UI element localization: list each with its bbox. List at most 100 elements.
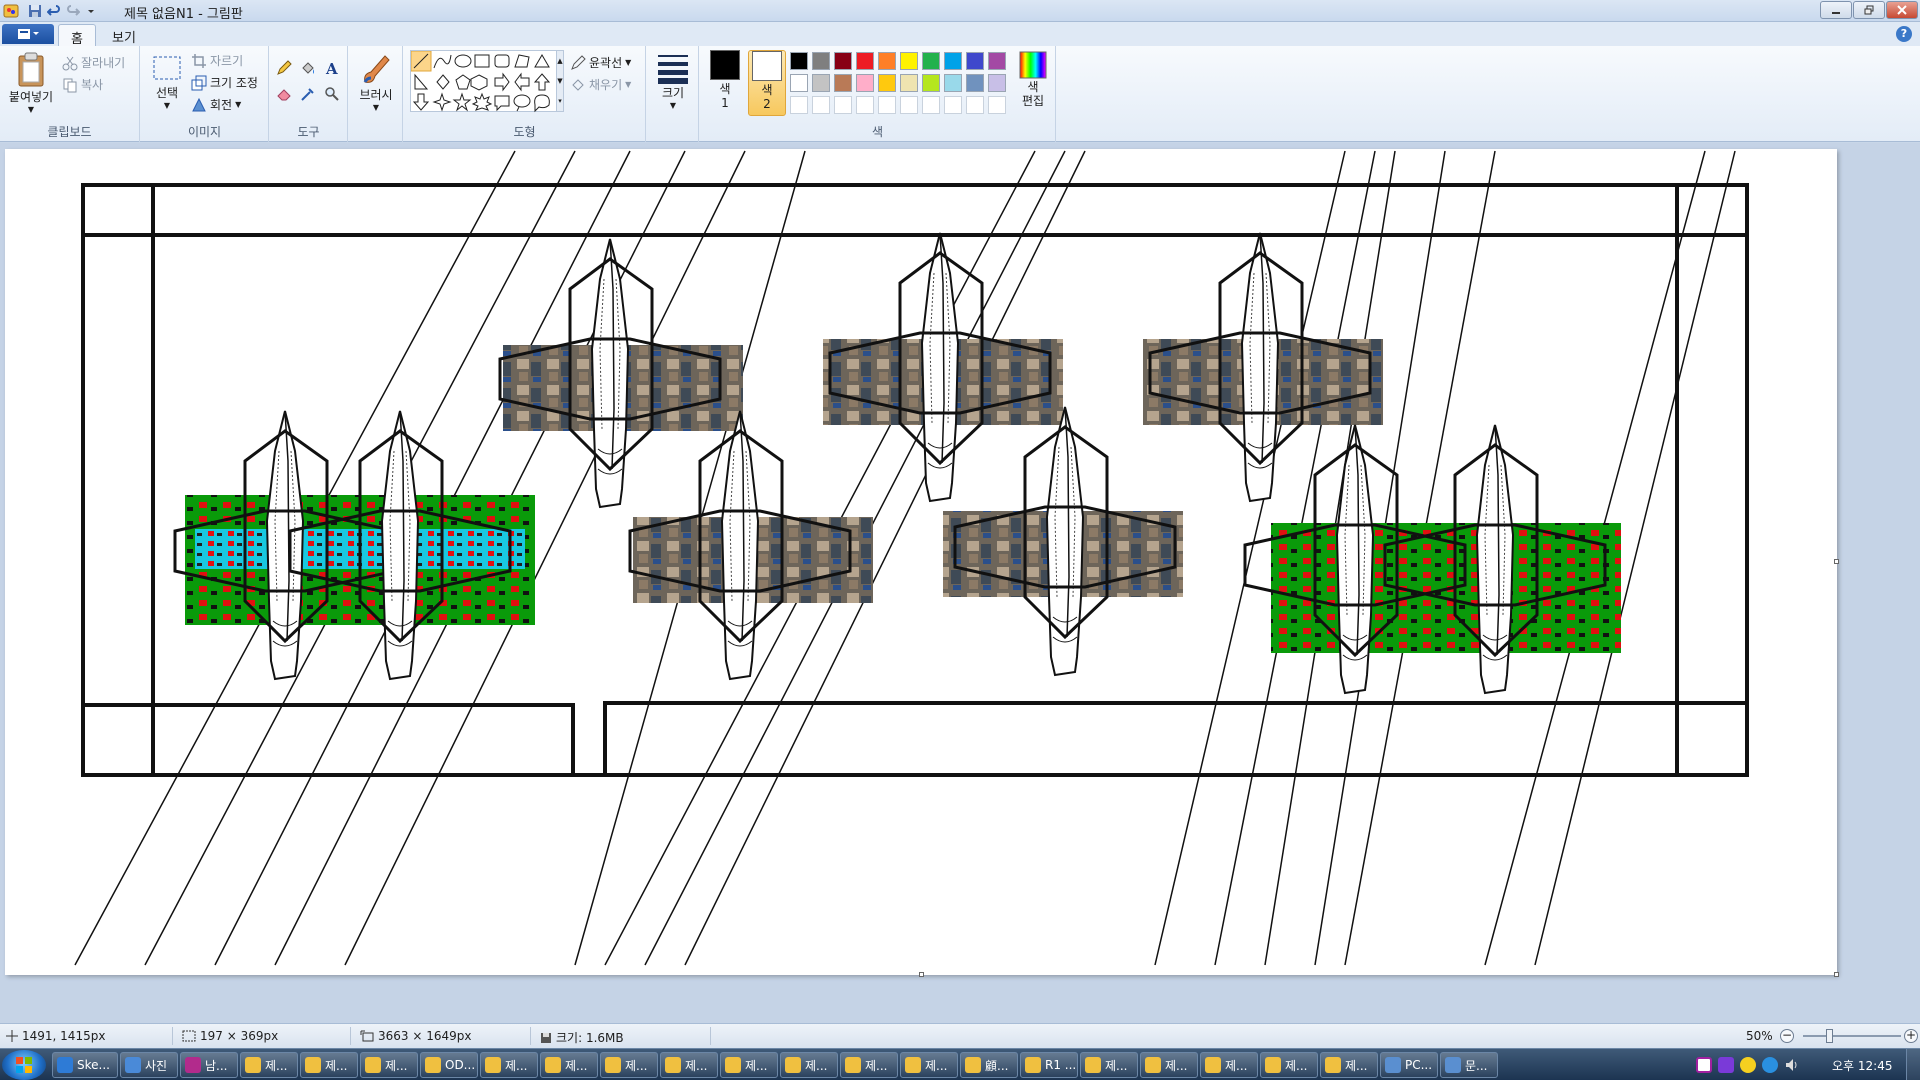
zoom-slider[interactable]: [1803, 1029, 1901, 1043]
taskbar-button[interactable]: 제...: [1200, 1052, 1258, 1078]
drawing-canvas[interactable]: [5, 149, 1839, 977]
zoom-out-button[interactable]: −: [1780, 1029, 1794, 1043]
taskbar-button[interactable]: Ske...: [52, 1052, 118, 1078]
paint-app-icon[interactable]: [2, 2, 20, 20]
resize-handle-right[interactable]: [1834, 559, 1839, 564]
palette-swatch[interactable]: [878, 74, 896, 92]
taskbar-button[interactable]: 문...: [1440, 1052, 1498, 1078]
edit-colors-button[interactable]: 색 편집: [1014, 50, 1052, 116]
pencil-tool[interactable]: [274, 58, 294, 78]
palette-swatch[interactable]: [878, 52, 896, 70]
palette-swatch[interactable]: [944, 74, 962, 92]
palette-swatch[interactable]: [922, 74, 940, 92]
taskbar-button[interactable]: 사진: [120, 1052, 178, 1078]
clock[interactable]: 오후 12:45: [1832, 1057, 1892, 1074]
palette-swatch[interactable]: [812, 96, 830, 114]
palette-swatch[interactable]: [900, 96, 918, 114]
minimize-button[interactable]: [1820, 1, 1852, 19]
quick-access-dropdown-icon[interactable]: [82, 2, 100, 20]
palette-swatch[interactable]: [944, 52, 962, 70]
palette-swatch[interactable]: [966, 96, 984, 114]
tray-network-icon[interactable]: [1762, 1057, 1778, 1073]
taskbar-button[interactable]: 제...: [300, 1052, 358, 1078]
palette-swatch[interactable]: [856, 74, 874, 92]
taskbar-button[interactable]: 제...: [1320, 1052, 1378, 1078]
brushes-button[interactable]: 브러시 ▼: [353, 52, 399, 112]
size-button[interactable]: 크기 ▼: [653, 52, 693, 110]
zoom-slider-thumb[interactable]: [1825, 1029, 1833, 1043]
taskbar-button[interactable]: 제...: [900, 1052, 958, 1078]
palette-swatch[interactable]: [834, 96, 852, 114]
palette-swatch[interactable]: [790, 52, 808, 70]
taskbar-button[interactable]: 제...: [360, 1052, 418, 1078]
resize-handle-bottom[interactable]: [919, 972, 924, 977]
taskbar-button[interactable]: 제...: [840, 1052, 898, 1078]
help-icon[interactable]: ?: [1896, 26, 1912, 42]
shape-gallery-scroll[interactable]: ▲ ▼ ▾: [556, 50, 564, 112]
palette-swatch[interactable]: [922, 96, 940, 114]
taskbar-button[interactable]: 제...: [1140, 1052, 1198, 1078]
palette-swatch[interactable]: [988, 96, 1006, 114]
tab-view[interactable]: 보기: [100, 24, 148, 46]
shape-gallery[interactable]: [410, 50, 560, 113]
eraser-tool[interactable]: [274, 84, 294, 104]
palette-swatch[interactable]: [966, 74, 984, 92]
taskbar-button[interactable]: PC...: [1380, 1052, 1438, 1078]
palette-swatch[interactable]: [834, 52, 852, 70]
close-button[interactable]: [1886, 1, 1918, 19]
fill-tool[interactable]: [298, 58, 318, 78]
palette-swatch[interactable]: [812, 74, 830, 92]
resize-button[interactable]: 크기 조정: [191, 74, 258, 91]
taskbar-button[interactable]: 제...: [1080, 1052, 1138, 1078]
taskbar-button[interactable]: 제...: [660, 1052, 718, 1078]
palette-swatch[interactable]: [988, 52, 1006, 70]
paint-menu-button[interactable]: [2, 24, 54, 44]
taskbar-button[interactable]: 남...: [180, 1052, 238, 1078]
palette-swatch[interactable]: [900, 52, 918, 70]
taskbar-button[interactable]: 제...: [780, 1052, 838, 1078]
zoom-in-button[interactable]: +: [1904, 1029, 1918, 1043]
text-tool[interactable]: A: [322, 58, 342, 78]
show-desktop-button[interactable]: [1906, 1049, 1920, 1080]
palette-swatch[interactable]: [856, 96, 874, 114]
color-picker-tool[interactable]: [298, 84, 318, 104]
taskbar-button[interactable]: 제...: [540, 1052, 598, 1078]
palette-swatch[interactable]: [856, 52, 874, 70]
tray-smiley-icon[interactable]: [1740, 1057, 1756, 1073]
palette-swatch[interactable]: [988, 74, 1006, 92]
paste-button[interactable]: 붙여넣기 ▼: [4, 50, 58, 114]
copy-button[interactable]: 복사: [62, 76, 103, 93]
select-button[interactable]: 선택 ▼: [147, 52, 187, 110]
rotate-button[interactable]: 회전 ▼: [191, 96, 241, 113]
taskbar-button[interactable]: 顧...: [960, 1052, 1018, 1078]
palette-swatch[interactable]: [790, 96, 808, 114]
taskbar-button[interactable]: 제...: [600, 1052, 658, 1078]
palette-swatch[interactable]: [878, 96, 896, 114]
tray-media-icon[interactable]: [1718, 1057, 1734, 1073]
resize-handle-corner[interactable]: [1834, 972, 1839, 977]
color2-button[interactable]: 색 2: [748, 50, 786, 116]
magnifier-tool[interactable]: [322, 84, 342, 104]
palette-swatch[interactable]: [900, 74, 918, 92]
tab-home[interactable]: 홈: [58, 24, 96, 47]
outline-button[interactable]: 윤곽선 ▼: [570, 54, 631, 71]
crop-button[interactable]: 자르기: [191, 52, 243, 69]
fill-button[interactable]: 채우기 ▼: [570, 76, 631, 93]
taskbar-button[interactable]: 제...: [1260, 1052, 1318, 1078]
palette-swatch[interactable]: [790, 74, 808, 92]
taskbar-button[interactable]: OD...: [420, 1052, 478, 1078]
tray-app-icon[interactable]: [1696, 1057, 1712, 1073]
undo-icon[interactable]: [45, 2, 63, 20]
cut-button[interactable]: 잘라내기: [62, 54, 125, 71]
taskbar-button[interactable]: 제...: [240, 1052, 298, 1078]
redo-icon[interactable]: [64, 2, 82, 20]
taskbar-button[interactable]: R1 ...: [1020, 1052, 1078, 1078]
palette-swatch[interactable]: [922, 52, 940, 70]
palette-swatch[interactable]: [834, 74, 852, 92]
color1-button[interactable]: 색 1: [706, 50, 744, 116]
palette-swatch[interactable]: [944, 96, 962, 114]
save-icon[interactable]: [26, 2, 44, 20]
palette-swatch[interactable]: [812, 52, 830, 70]
volume-icon[interactable]: [1784, 1057, 1800, 1073]
taskbar-button[interactable]: 제...: [720, 1052, 778, 1078]
